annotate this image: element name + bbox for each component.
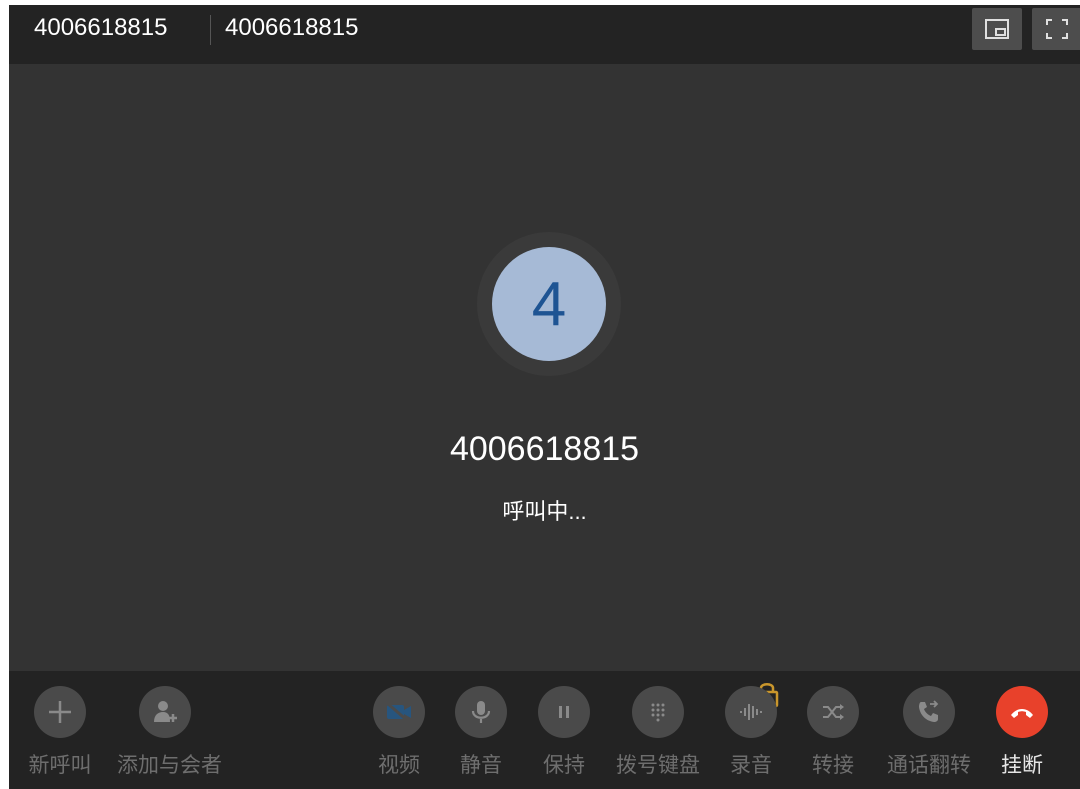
add-user-icon	[154, 701, 177, 722]
hangup-icon	[1011, 709, 1033, 718]
dialpad-label: 拨号键盘	[616, 754, 700, 777]
header-divider	[210, 15, 211, 45]
hold-label: 保持	[543, 754, 585, 777]
transfer-circle	[807, 686, 859, 738]
callee-number: 4006618815	[449, 430, 640, 468]
call-status: 呼叫中...	[502, 499, 587, 524]
new-call-button[interactable]: 新呼叫	[12, 686, 108, 779]
dialpad-icon	[651, 703, 665, 722]
avatar: 4	[492, 247, 606, 361]
audio-wave-icon	[740, 704, 762, 720]
add-participant-button[interactable]: 添加与会者	[117, 686, 222, 779]
call-flip-button[interactable]: 通话翻转	[881, 686, 977, 779]
call-window: 4006618815 4006618815 4 4006618815 呼叫中..…	[9, 5, 1080, 789]
pause-icon	[559, 706, 569, 718]
hold-button[interactable]: 保持	[516, 686, 612, 779]
picture-in-picture-button[interactable]	[972, 8, 1022, 50]
call-main-area: 4 4006618815 呼叫中...	[9, 64, 1080, 671]
video-circle	[373, 686, 425, 738]
hangup-circle	[996, 686, 1048, 738]
avatar-ring: 4	[477, 232, 621, 376]
record-circle	[725, 686, 777, 738]
transfer-label: 转接	[812, 754, 854, 777]
video-off-icon	[386, 701, 411, 724]
hangup-label: 挂断	[1001, 754, 1043, 777]
dialpad-circle	[632, 686, 684, 738]
hangup-button[interactable]: 挂断	[974, 686, 1070, 779]
add-participant-label: 添加与会者	[117, 754, 222, 777]
fullscreen-icon	[1046, 19, 1068, 39]
microphone-icon	[471, 701, 491, 723]
shuffle-icon	[823, 704, 844, 720]
add-participant-circle	[139, 686, 191, 738]
caller-number-left: 4006618815	[34, 14, 168, 41]
fullscreen-button[interactable]	[1032, 8, 1080, 50]
mute-label: 静音	[460, 754, 502, 777]
top-bar: 4006618815 4006618815	[9, 5, 1080, 64]
caller-number-right: 4006618815	[225, 14, 359, 41]
mute-button[interactable]: 静音	[433, 686, 529, 779]
hold-circle	[538, 686, 590, 738]
pip-icon	[985, 19, 1009, 39]
mute-circle	[455, 686, 507, 738]
call-flip-label: 通话翻转	[887, 754, 971, 777]
dialpad-button[interactable]: 拨号键盘	[610, 686, 706, 779]
new-call-label: 新呼叫	[28, 754, 92, 777]
new-call-circle	[34, 686, 86, 738]
phone-transfer-icon	[919, 700, 939, 722]
plus-icon	[49, 701, 71, 723]
transfer-button[interactable]: 转接	[785, 686, 881, 779]
call-flip-circle	[903, 686, 955, 738]
call-controls-bar: 新呼叫 添加与会者 视频 静音 保持 拨号键盘 录音 转接 通话翻转 挂断	[9, 671, 1080, 789]
